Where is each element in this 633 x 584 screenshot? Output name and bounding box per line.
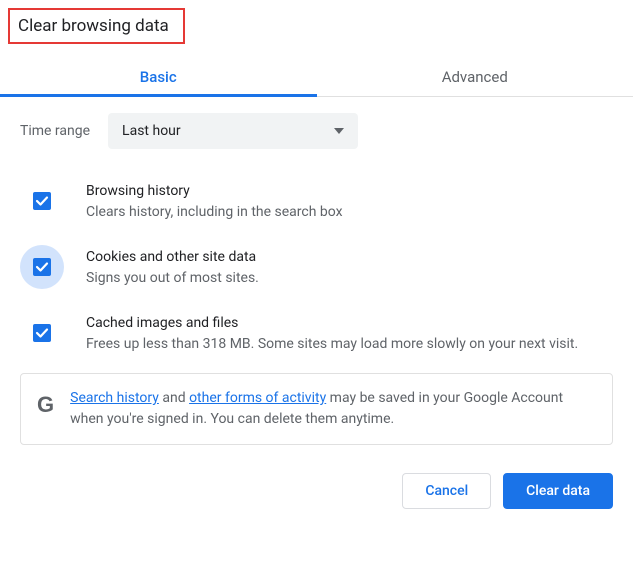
option-cache: Cached images and files Frees up less th… [20, 303, 613, 369]
tab-advanced[interactable]: Advanced [317, 56, 633, 96]
checkmark-icon [35, 194, 49, 208]
option-desc: Clears history, including in the search … [86, 203, 613, 223]
cache-checkbox[interactable] [33, 324, 51, 342]
option-browsing-history: Browsing history Clears history, includi… [20, 171, 613, 237]
google-icon: G [37, 388, 54, 416]
tab-basic[interactable]: Basic [0, 56, 317, 96]
clear-data-button[interactable]: Clear data [503, 473, 613, 509]
search-history-link[interactable]: Search history [70, 390, 159, 406]
checkmark-icon [35, 326, 49, 340]
content: Time range Last hour Browsing history Cl… [0, 97, 633, 445]
cookies-checkbox[interactable] [33, 258, 51, 276]
option-text: Cached images and files Frees up less th… [86, 311, 613, 355]
checkbox-wrap [20, 311, 64, 355]
option-title: Cookies and other site data [86, 249, 613, 265]
option-text: Browsing history Clears history, includi… [86, 179, 613, 223]
tabs: Basic Advanced [0, 56, 633, 97]
option-title: Cached images and files [86, 315, 613, 331]
cancel-button[interactable]: Cancel [402, 473, 491, 509]
checkbox-wrap [20, 245, 64, 289]
info-mid: and [159, 390, 189, 406]
checkbox-wrap [20, 179, 64, 223]
info-box: G Search history and other forms of acti… [20, 373, 613, 445]
option-desc: Frees up less than 318 MB. Some sites ma… [86, 335, 613, 355]
time-range-label: Time range [20, 123, 90, 139]
browsing-history-checkbox[interactable] [33, 192, 51, 210]
other-activity-link[interactable]: other forms of activity [189, 390, 326, 406]
time-range-value: Last hour [122, 123, 181, 139]
time-range-select[interactable]: Last hour [108, 113, 358, 149]
option-title: Browsing history [86, 183, 613, 199]
checkmark-icon [35, 260, 49, 274]
dialog-title: Clear browsing data [8, 8, 185, 44]
info-text: Search history and other forms of activi… [70, 388, 596, 430]
time-range-row: Time range Last hour [20, 113, 613, 149]
option-desc: Signs you out of most sites. [86, 269, 613, 289]
dialog-actions: Cancel Clear data [0, 445, 633, 529]
chevron-down-icon [334, 128, 344, 134]
option-cookies: Cookies and other site data Signs you ou… [20, 237, 613, 303]
option-text: Cookies and other site data Signs you ou… [86, 245, 613, 289]
